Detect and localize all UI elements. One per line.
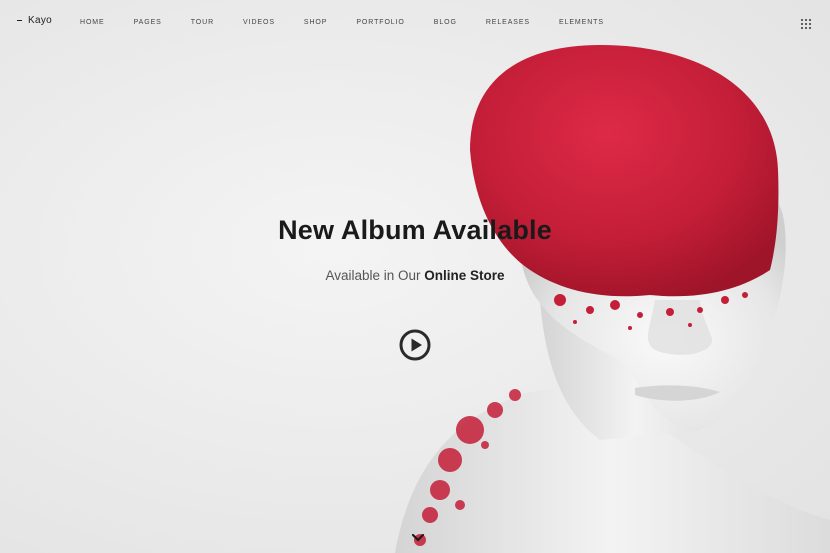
hero-title: New Album Available xyxy=(278,215,552,245)
grid-dot xyxy=(809,19,811,21)
scroll-down-button[interactable] xyxy=(411,530,425,542)
grid-dot xyxy=(801,23,803,25)
nav-item-pages[interactable]: PAGES xyxy=(134,19,162,26)
grid-menu-icon[interactable] xyxy=(801,19,813,31)
main-nav: HOME PAGES TOUR VIDEOS SHOP PORTFOLIO BL… xyxy=(80,19,604,26)
grid-dot xyxy=(809,23,811,25)
nav-item-home[interactable]: HOME xyxy=(80,19,105,26)
grid-dot xyxy=(801,19,803,21)
nav-item-portfolio[interactable]: PORTFOLIO xyxy=(356,19,404,26)
brand-name: Kayo xyxy=(28,15,52,26)
online-store-link[interactable]: Online Store xyxy=(424,268,504,283)
grid-dot xyxy=(805,27,807,29)
nav-item-blog[interactable]: BLOG xyxy=(434,19,457,26)
grid-dot xyxy=(809,27,811,29)
nav-item-tour[interactable]: TOUR xyxy=(191,19,214,26)
nav-item-releases[interactable]: RELEASES xyxy=(486,19,530,26)
brand-logo[interactable]: Kayo xyxy=(17,15,52,26)
grid-dot xyxy=(805,23,807,25)
nav-item-shop[interactable]: SHOP xyxy=(304,19,327,26)
hero-subtitle: Available in Our Online Store xyxy=(0,268,830,283)
hero-subtitle-text: Available in Our xyxy=(325,268,425,283)
nav-item-elements[interactable]: ELEMENTS xyxy=(559,19,604,26)
nav-item-videos[interactable]: VIDEOS xyxy=(243,19,275,26)
logo-dash xyxy=(17,20,22,21)
grid-dot xyxy=(801,27,803,29)
grid-dot xyxy=(805,19,807,21)
play-icon xyxy=(399,329,431,361)
chevron-down-icon xyxy=(411,533,425,542)
site-header: Kayo HOME PAGES TOUR VIDEOS SHOP PORTFOL… xyxy=(0,0,830,48)
play-button[interactable] xyxy=(399,329,431,361)
